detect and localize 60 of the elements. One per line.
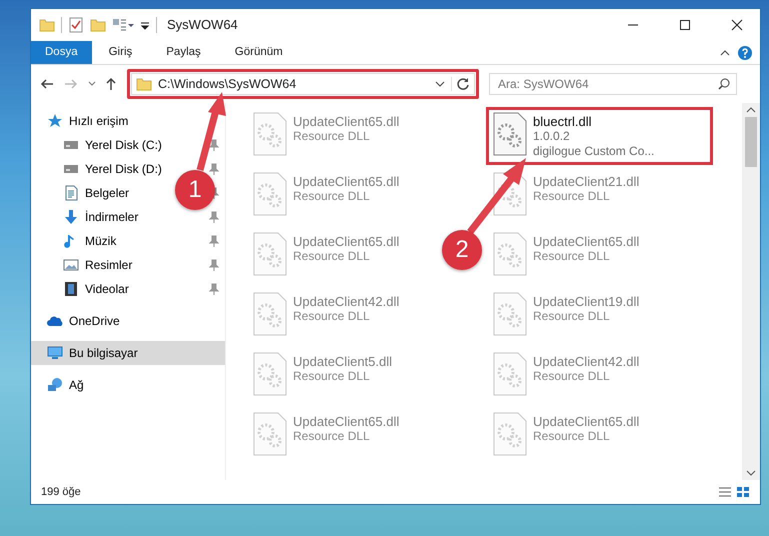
maximize-icon <box>679 19 691 31</box>
dll-file-icon <box>253 232 287 276</box>
dll-file-icon <box>253 292 287 336</box>
new-folder-icon <box>90 17 106 33</box>
folder-icon <box>39 17 55 33</box>
dll-file-icon <box>253 172 287 216</box>
folder-icon <box>136 76 152 92</box>
scrollbar-thumb[interactable] <box>745 117 757 167</box>
file-item[interactable]: UpdateClient42.dll Resource DLL <box>249 290 404 342</box>
dll-file-icon <box>493 352 527 396</box>
dropdown-icon <box>435 79 445 89</box>
window-title: SysWOW64 <box>167 16 238 34</box>
sidebar-item[interactable]: Hızlı erişim <box>31 109 225 133</box>
scrollbar[interactable] <box>742 103 760 480</box>
monitor-icon <box>47 345 63 361</box>
file-item[interactable]: UpdateClient65.dll Resource DLL <box>489 410 644 462</box>
sidebar-item[interactable]: Videolar <box>31 277 225 301</box>
star-icon <box>47 113 63 129</box>
search-icon <box>718 78 730 90</box>
file-item[interactable]: UpdateClient65.dll Resource DLL <box>489 230 644 282</box>
sidebar-item[interactable]: OneDrive <box>31 309 225 333</box>
item-count: 199 öğe <box>41 484 81 500</box>
file-item[interactable]: UpdateClient65.dll Resource DLL <box>249 230 404 282</box>
file-item[interactable]: bluectrl.dll 1.0.0.2 digilogue Custom Co... <box>489 110 658 162</box>
ribbon-tab[interactable]: Görünüm <box>218 41 300 64</box>
help-icon <box>738 46 752 60</box>
down-arrow-icon <box>63 209 79 225</box>
search-box[interactable]: Ara: SysWOW64 <box>489 73 737 95</box>
file-item[interactable]: UpdateClient5.dll Resource DLL <box>249 350 396 402</box>
dll-file-icon <box>253 352 287 396</box>
film-icon <box>63 281 79 297</box>
ribbon-tab[interactable]: Giriş <box>92 41 150 64</box>
close-icon <box>731 19 743 31</box>
ribbon-tab[interactable]: Dosya <box>31 41 92 64</box>
file-item[interactable]: UpdateClient65.dll Resource DLL <box>249 170 404 222</box>
file-item[interactable]: UpdateClient19.dll Resource DLL <box>489 290 644 342</box>
file-item[interactable]: UpdateClient65.dll Resource DLL <box>249 410 404 462</box>
view-icon <box>112 17 134 33</box>
properties-icon <box>68 17 84 33</box>
chevron-up-icon <box>720 48 730 58</box>
tiles-view-icon <box>736 486 750 498</box>
dll-file-icon <box>493 112 527 156</box>
dll-file-icon <box>253 412 287 456</box>
sidebar-item[interactable]: Yerel Disk (C:) <box>31 133 225 157</box>
file-item[interactable]: UpdateClient65.dll Resource DLL <box>249 110 404 162</box>
dll-file-icon <box>493 292 527 336</box>
dll-file-icon <box>493 412 527 456</box>
file-item[interactable]: UpdateClient42.dll Resource DLL <box>489 350 644 402</box>
sidebar-item[interactable]: Ağ <box>31 373 225 397</box>
dll-file-icon <box>493 232 527 276</box>
document-icon <box>63 185 79 201</box>
sidebar-item[interactable]: Resimler <box>31 253 225 277</box>
sidebar-item[interactable]: Bu bilgisayar <box>31 341 225 365</box>
ribbon-tab[interactable]: Paylaş <box>149 41 218 64</box>
dll-file-icon <box>253 112 287 156</box>
network-icon <box>47 377 63 393</box>
details-view-icon <box>718 486 732 498</box>
sidebar-item[interactable]: Müzik <box>31 229 225 253</box>
picture-icon <box>63 257 79 273</box>
address-bar[interactable]: C:\Windows\SysWOW64 <box>131 73 475 95</box>
